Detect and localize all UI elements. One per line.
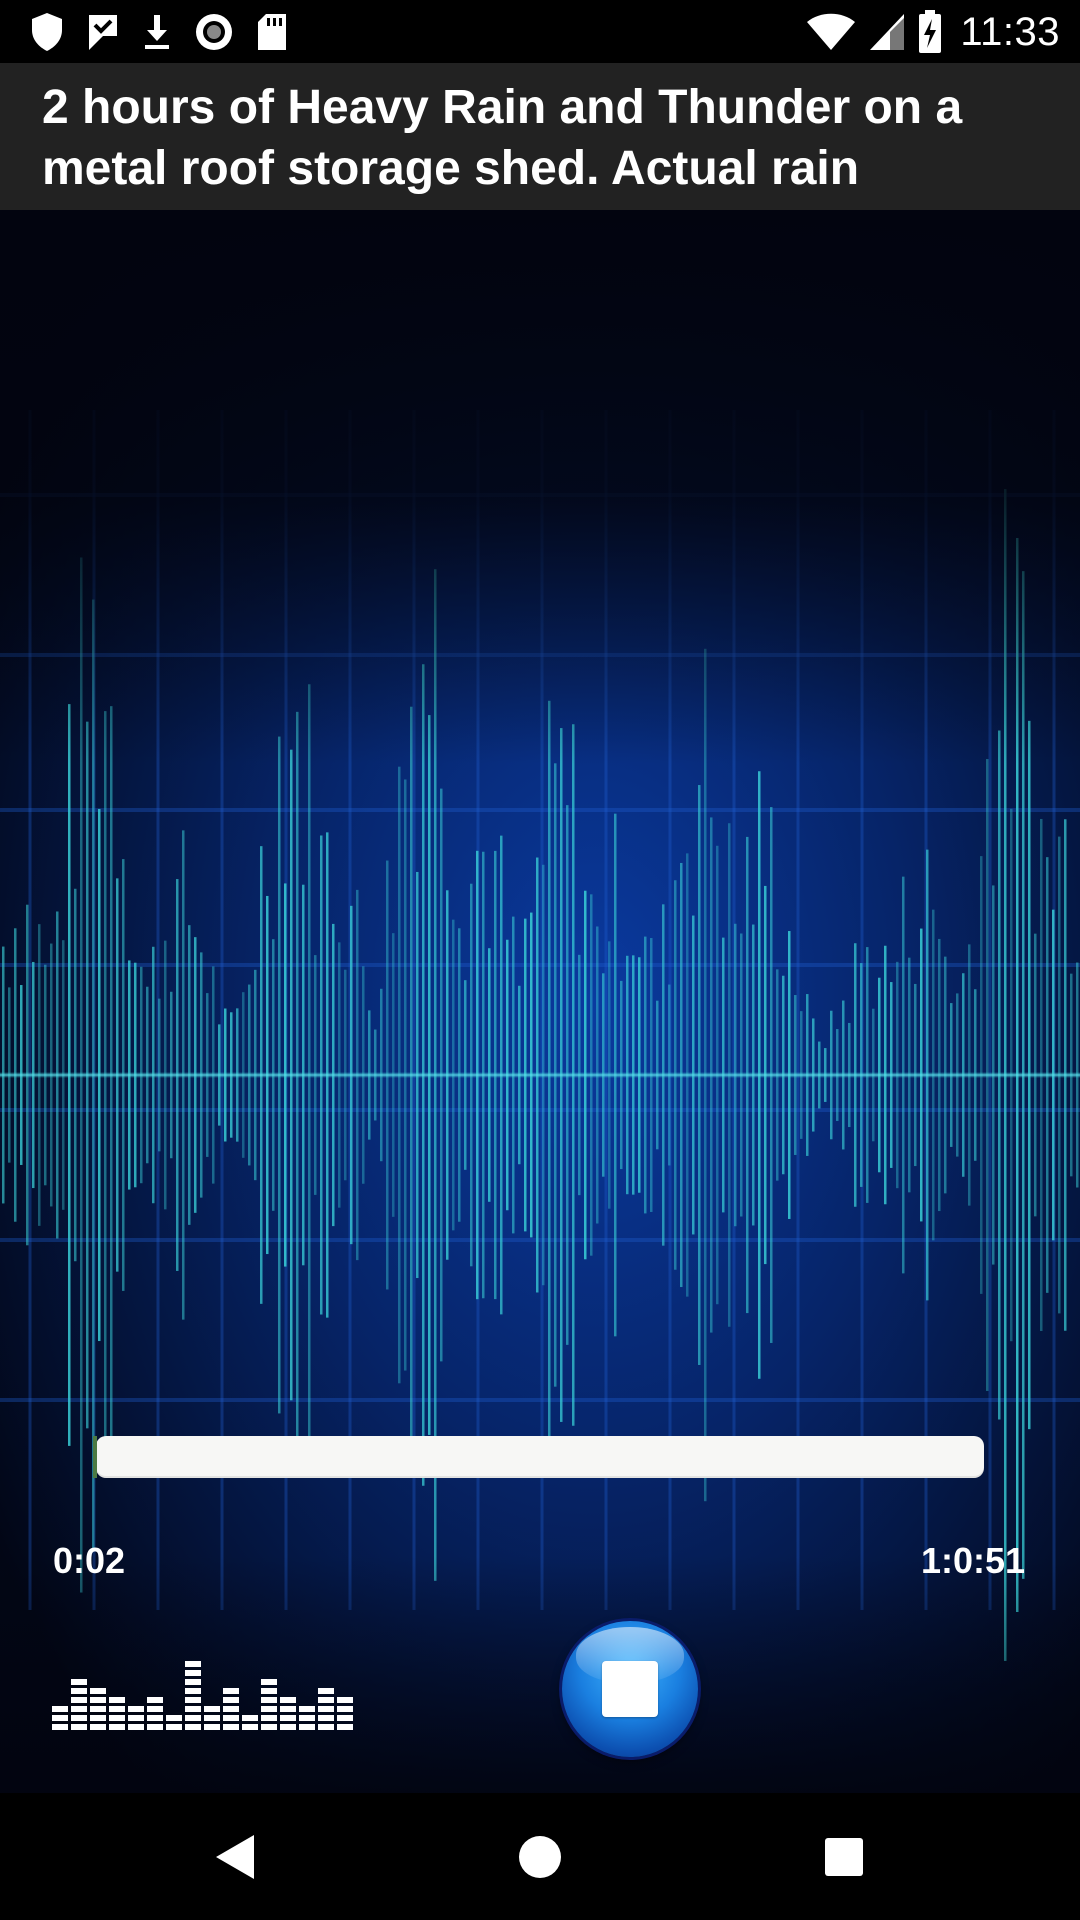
equalizer-block	[337, 1697, 353, 1703]
equalizer-block	[299, 1724, 315, 1730]
equalizer-block	[90, 1697, 106, 1703]
navigation-bar	[0, 1793, 1080, 1920]
equalizer-block	[223, 1724, 239, 1730]
equalizer-block	[223, 1697, 239, 1703]
equalizer-block	[185, 1661, 201, 1667]
equalizer-block	[280, 1715, 296, 1721]
equalizer-block	[90, 1706, 106, 1712]
waveform-visualizer	[0, 210, 1080, 1793]
equalizer-block	[52, 1724, 68, 1730]
shield-icon	[30, 12, 64, 52]
equalizer-block	[242, 1724, 258, 1730]
equalizer-block	[185, 1679, 201, 1685]
download-icon	[142, 12, 172, 52]
status-time: 11:33	[960, 9, 1060, 54]
battery-charging-icon	[918, 10, 942, 54]
equalizer-block	[185, 1670, 201, 1676]
equalizer-block	[90, 1688, 106, 1694]
equalizer-block	[90, 1715, 106, 1721]
equalizer-block	[147, 1715, 163, 1721]
equalizer-block	[128, 1724, 144, 1730]
equalizer-block	[280, 1724, 296, 1730]
system-status: 11:33	[806, 10, 1060, 54]
equalizer-block	[299, 1706, 315, 1712]
home-icon	[519, 1835, 561, 1878]
track-title: 2 hours of Heavy Rain and Thunder on a m…	[42, 81, 963, 195]
equalizer-block	[90, 1724, 106, 1730]
equalizer-block	[261, 1688, 277, 1694]
equalizer-block	[261, 1724, 277, 1730]
seek-bar[interactable]	[93, 1436, 984, 1478]
recents-icon	[825, 1837, 863, 1876]
equalizer-block	[71, 1688, 87, 1694]
nav-home-button[interactable]	[470, 1793, 610, 1920]
equalizer-block	[109, 1715, 125, 1721]
equalizer-block	[147, 1706, 163, 1712]
equalizer-block	[204, 1706, 220, 1712]
nav-recents-button[interactable]	[774, 1793, 914, 1920]
screen: 11:33 2 hours of Heavy Rain and Thunder …	[0, 0, 1080, 1920]
equalizer-block	[337, 1724, 353, 1730]
stop-button[interactable]	[562, 1621, 698, 1757]
equalizer-block	[261, 1706, 277, 1712]
equalizer-block	[52, 1715, 68, 1721]
equalizer-block	[185, 1715, 201, 1721]
equalizer-block	[223, 1688, 239, 1694]
elapsed-time: 0:02	[53, 1540, 126, 1581]
equalizer-icon	[52, 1661, 353, 1730]
equalizer-block	[109, 1706, 125, 1712]
equalizer-block	[166, 1724, 182, 1730]
total-duration: 1:0:51	[920, 1540, 1025, 1581]
equalizer-button[interactable]	[52, 1648, 364, 1730]
equalizer-block	[337, 1715, 353, 1721]
equalizer-block	[318, 1724, 334, 1730]
equalizer-block	[147, 1697, 163, 1703]
signal-icon	[868, 12, 906, 52]
nav-back-button[interactable]	[166, 1793, 306, 1920]
equalizer-block	[299, 1715, 315, 1721]
equalizer-block	[261, 1715, 277, 1721]
equalizer-block	[280, 1706, 296, 1712]
stop-icon	[602, 1661, 658, 1717]
equalizer-block	[71, 1706, 87, 1712]
status-bar: 11:33	[0, 0, 1080, 63]
equalizer-block	[261, 1697, 277, 1703]
equalizer-block	[185, 1706, 201, 1712]
record-icon	[194, 12, 234, 52]
equalizer-block	[337, 1706, 353, 1712]
equalizer-block	[109, 1724, 125, 1730]
equalizer-block	[223, 1715, 239, 1721]
equalizer-block	[185, 1697, 201, 1703]
equalizer-block	[166, 1715, 182, 1721]
sd-card-icon	[256, 12, 288, 52]
seek-thumb[interactable]	[93, 1436, 98, 1478]
equalizer-block	[318, 1697, 334, 1703]
equalizer-block	[71, 1697, 87, 1703]
equalizer-block	[204, 1724, 220, 1730]
title-bar: 2 hours of Heavy Rain and Thunder on a m…	[0, 63, 1080, 210]
equalizer-block	[318, 1688, 334, 1694]
equalizer-block	[318, 1715, 334, 1721]
equalizer-block	[71, 1724, 87, 1730]
notification-icons	[30, 12, 288, 52]
equalizer-block	[147, 1724, 163, 1730]
equalizer-block	[318, 1706, 334, 1712]
equalizer-block	[71, 1715, 87, 1721]
equalizer-block	[71, 1679, 87, 1685]
equalizer-block	[52, 1706, 68, 1712]
equalizer-block	[261, 1679, 277, 1685]
equalizer-block	[185, 1688, 201, 1694]
equalizer-block	[242, 1715, 258, 1721]
back-icon	[216, 1834, 254, 1879]
equalizer-block	[204, 1715, 220, 1721]
check-flag-icon	[86, 12, 120, 52]
equalizer-block	[280, 1697, 296, 1703]
wifi-icon	[806, 12, 856, 52]
equalizer-block	[128, 1706, 144, 1712]
equalizer-block	[223, 1706, 239, 1712]
equalizer-block	[185, 1724, 201, 1730]
equalizer-block	[128, 1715, 144, 1721]
equalizer-block	[109, 1697, 125, 1703]
